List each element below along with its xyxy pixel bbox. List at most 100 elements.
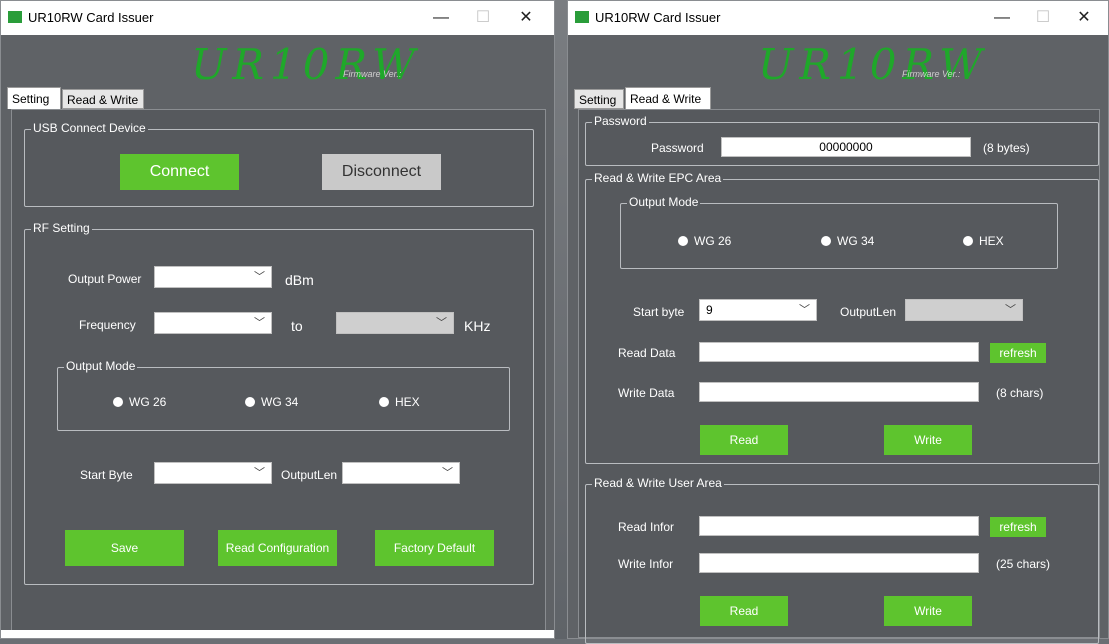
read-write-panel: Password Password 00000000 (8 bytes) Rea… [578, 109, 1100, 644]
password-label: Password [651, 141, 704, 155]
start-byte-label: Start byte [633, 305, 685, 319]
epc-refresh-button[interactable]: refresh [990, 343, 1046, 363]
password-hint: (8 bytes) [983, 141, 1030, 155]
save-button[interactable]: Save [65, 530, 184, 566]
radio-dot-icon [678, 236, 688, 246]
firmware-version-label: Firmware Ver.: [902, 69, 961, 79]
epc-group-title: Read & Write EPC Area [592, 171, 724, 185]
read-infor-label: Read Infor [618, 520, 675, 534]
password-group-title: Password [592, 114, 649, 128]
start-byte-label: Start Byte [80, 468, 133, 482]
tab-read-write[interactable]: Read & Write [62, 89, 144, 109]
factory-default-button[interactable]: Factory Default [375, 530, 494, 566]
output-mode-group: Output Mode WG 26 WG 34 HEX [620, 195, 1058, 269]
chevron-down-icon: ﹀ [799, 304, 810, 316]
epc-area-group: Read & Write EPC Area Output Mode WG 26 … [585, 171, 1099, 464]
radio-dot-icon [821, 236, 831, 246]
chevron-down-icon: ﹀ [442, 467, 453, 479]
outputlen-select[interactable]: ﹀ [342, 462, 460, 484]
output-mode-title: Output Mode [64, 359, 138, 373]
radio-hex[interactable]: HEX [963, 234, 1004, 248]
minimize-icon[interactable]: — [421, 7, 461, 29]
to-label: to [291, 318, 303, 334]
title-bar: UR10RW Card Issuer — ☐ ✕ [568, 1, 1108, 35]
write-infor-hint: (25 chars) [996, 557, 1051, 571]
window-title: UR10RW Card Issuer [595, 10, 721, 25]
radio-wg34[interactable]: WG 34 [821, 234, 874, 248]
close-icon[interactable]: ✕ [506, 7, 546, 29]
dbm-unit: dBm [285, 272, 314, 288]
user-read-button[interactable]: Read [700, 596, 788, 626]
tab-setting[interactable]: Setting [7, 87, 61, 109]
khz-unit: KHz [464, 318, 491, 334]
setting-panel: USB Connect Device Connect Disconnect RF… [11, 109, 546, 638]
frequency-label: Frequency [79, 318, 136, 332]
disconnect-button[interactable]: Disconnect [322, 154, 441, 190]
user-write-button[interactable]: Write [884, 596, 972, 626]
frequency-from-select[interactable]: ﹀ [154, 312, 272, 334]
usb-connect-group: USB Connect Device Connect Disconnect [24, 121, 534, 207]
user-area-group: Read & Write User Area Read Infor refres… [585, 476, 1099, 644]
title-bar: UR10RW Card Issuer — ☐ ✕ [1, 1, 554, 35]
epc-read-button[interactable]: Read [700, 425, 788, 455]
window-title: UR10RW Card Issuer [28, 10, 154, 25]
start-byte-select[interactable]: ﹀ [154, 462, 272, 484]
radio-dot-icon [963, 236, 973, 246]
radio-wg26[interactable]: WG 26 [113, 395, 166, 409]
status-bar [1, 630, 554, 638]
radio-dot-icon [113, 397, 123, 407]
read-data-label: Read Data [618, 346, 676, 360]
logo: UR10RW [191, 40, 422, 89]
write-data-input[interactable] [699, 382, 979, 402]
read-data-field [699, 342, 979, 362]
maximize-icon[interactable]: ☐ [1023, 7, 1063, 29]
close-icon[interactable]: ✕ [1064, 7, 1104, 29]
chevron-down-icon: ﹀ [436, 317, 447, 329]
tab-setting[interactable]: Setting [574, 89, 624, 109]
read-infor-field [699, 516, 979, 536]
outputlen-label: OutputLen [281, 468, 338, 482]
output-mode-title: Output Mode [627, 195, 701, 209]
banner: UR10RW Firmware Ver.: [568, 35, 1108, 89]
radio-dot-icon [379, 397, 389, 407]
firmware-version-label: Firmware Ver.: [343, 69, 402, 79]
maximize-icon[interactable]: ☐ [463, 7, 503, 29]
radio-hex[interactable]: HEX [379, 395, 420, 409]
tab-read-write[interactable]: Read & Write [625, 87, 711, 109]
read-configuration-button[interactable]: Read Configuration [218, 530, 337, 566]
output-mode-group: Output Mode WG 26 WG 34 HEX [57, 359, 510, 431]
outputlen-label: OutputLen [840, 305, 897, 319]
frequency-to-select[interactable]: ﹀ [336, 312, 454, 334]
write-infor-label: Write Infor [618, 557, 674, 571]
write-data-hint: (8 chars) [996, 386, 1044, 400]
outputlen-select[interactable]: ﹀ [905, 299, 1023, 321]
banner: UR10RW Firmware Ver.: [1, 35, 554, 89]
write-data-label: Write Data [618, 386, 675, 400]
chevron-down-icon: ﹀ [1005, 304, 1016, 316]
password-group: Password Password 00000000 (8 bytes) [585, 114, 1099, 166]
user-group-title: Read & Write User Area [592, 476, 724, 490]
settings-window: UR10RW Card Issuer — ☐ ✕ UR10RW Firmware… [0, 0, 555, 639]
start-byte-select[interactable]: 9 ﹀ [699, 299, 817, 321]
radio-wg34[interactable]: WG 34 [245, 395, 298, 409]
chevron-down-icon: ﹀ [254, 271, 265, 283]
chevron-down-icon: ﹀ [254, 317, 265, 329]
connect-button[interactable]: Connect [120, 154, 239, 190]
password-input[interactable]: 00000000 [721, 137, 971, 157]
usb-group-title: USB Connect Device [31, 121, 148, 135]
logo: UR10RW [758, 40, 989, 89]
app-icon [575, 11, 589, 23]
output-power-select[interactable]: ﹀ [154, 266, 272, 288]
rf-setting-group: RF Setting Output Power ﹀ dBm Frequency … [24, 221, 534, 585]
output-power-label: Output Power [68, 272, 142, 286]
epc-write-button[interactable]: Write [884, 425, 972, 455]
user-refresh-button[interactable]: refresh [990, 517, 1046, 537]
rf-group-title: RF Setting [31, 221, 92, 235]
radio-dot-icon [245, 397, 255, 407]
chevron-down-icon: ﹀ [254, 467, 265, 479]
write-infor-input[interactable] [699, 553, 979, 573]
read-write-window: UR10RW Card Issuer — ☐ ✕ UR10RW Firmware… [567, 0, 1109, 644]
app-icon [8, 11, 22, 23]
minimize-icon[interactable]: — [982, 7, 1022, 29]
radio-wg26[interactable]: WG 26 [678, 234, 731, 248]
